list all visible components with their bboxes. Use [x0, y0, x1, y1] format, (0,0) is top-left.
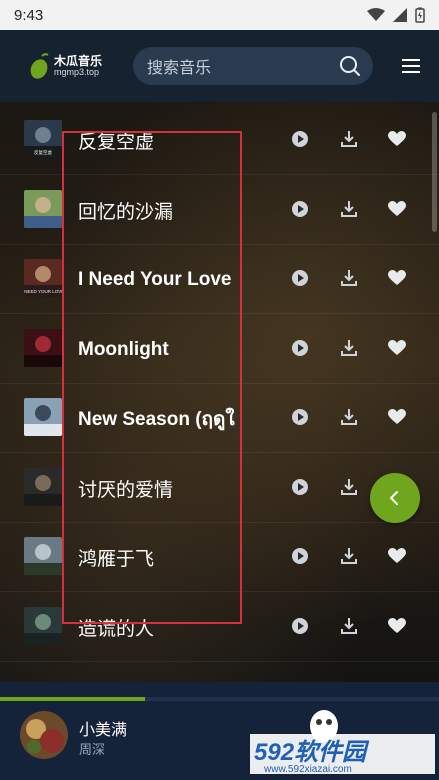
play-circle-icon[interactable] — [289, 476, 311, 498]
download-icon[interactable] — [338, 476, 360, 498]
song-cover[interactable]: 反复空虚 — [24, 120, 62, 158]
song-title[interactable]: 鸿雁于飞 — [78, 523, 242, 592]
song-cover[interactable]: I NEED YOUR LOVE — [24, 259, 62, 297]
search-icon[interactable] — [339, 55, 361, 77]
app-header: 木瓜音乐 mgmp3.top 搜索音乐 — [0, 30, 439, 102]
heart-icon[interactable] — [386, 545, 408, 567]
status-time: 9:43 — [14, 6, 44, 24]
heart-icon[interactable] — [386, 128, 408, 150]
play-circle-icon[interactable] — [289, 198, 311, 220]
play-circle-icon[interactable] — [289, 615, 311, 637]
song-row[interactable]: Moonlight — [0, 315, 439, 384]
song-cover[interactable] — [24, 607, 62, 645]
song-row[interactable]: 回忆的沙漏 — [0, 176, 439, 245]
download-icon[interactable] — [338, 337, 360, 359]
song-title[interactable]: 回忆的沙漏 — [78, 176, 242, 245]
song-title[interactable]: I Need Your Love — [78, 245, 242, 314]
song-title[interactable]: 讨厌的爱情 — [78, 454, 242, 523]
logo-name: 木瓜音乐 — [54, 53, 103, 68]
song-cover[interactable] — [24, 329, 62, 367]
search-input[interactable]: 搜索音乐 — [147, 54, 339, 78]
play-circle-icon[interactable] — [289, 545, 311, 567]
song-title[interactable]: 造谎的人 — [78, 593, 242, 662]
song-title[interactable]: Moonlight — [78, 315, 242, 384]
song-list[interactable]: 反复空虚反复空虚回忆的沙漏I NEED YOUR LOVEI Need Your… — [0, 102, 439, 682]
now-playing-artist: 周深 — [79, 742, 106, 757]
download-icon[interactable] — [338, 267, 360, 289]
song-row[interactable]: I NEED YOUR LOVE I Need Your Love — [0, 245, 439, 314]
download-icon[interactable] — [338, 545, 360, 567]
wifi-icon — [367, 8, 385, 21]
menu-button[interactable] — [399, 54, 423, 78]
heart-icon[interactable] — [386, 267, 408, 289]
download-icon[interactable] — [338, 198, 360, 220]
heart-icon[interactable] — [386, 406, 408, 428]
play-circle-icon[interactable] — [289, 406, 311, 428]
watermark-url: www.592xiazai.com — [263, 764, 352, 775]
cover-label: 反复空虚 — [34, 149, 52, 156]
collapse-fab-button[interactable] — [370, 473, 420, 523]
song-row[interactable]: 反复空虚 反复空虚 — [0, 106, 439, 175]
download-icon[interactable] — [338, 615, 360, 637]
app-logo[interactable]: 木瓜音乐 mgmp3.top — [28, 52, 102, 80]
song-title[interactable]: New Season (ฤดูใ — [78, 384, 242, 453]
status-bar: 9:43 — [0, 0, 439, 30]
watermark-brand: 592软件园 — [254, 739, 370, 766]
hamburger-menu-icon[interactable] — [402, 59, 420, 73]
papaya-logo-icon — [30, 53, 49, 79]
watermark-logo: 592软件园 www.592xiazai.com — [240, 700, 439, 780]
play-circle-icon[interactable] — [289, 267, 311, 289]
play-circle-icon[interactable] — [289, 128, 311, 150]
progress-fill — [0, 697, 145, 701]
song-title[interactable]: 反复空虚 — [78, 106, 242, 175]
song-cover[interactable] — [24, 468, 62, 506]
heart-icon[interactable] — [386, 337, 408, 359]
battery-icon — [415, 7, 425, 23]
download-icon[interactable] — [338, 128, 360, 150]
song-row[interactable]: New Season (ฤดูใ — [0, 384, 439, 453]
song-row[interactable]: 鸿雁于飞 — [0, 523, 439, 592]
now-playing-cover[interactable] — [20, 711, 68, 759]
download-icon[interactable] — [338, 406, 360, 428]
heart-icon[interactable] — [386, 198, 408, 220]
status-icons — [367, 7, 425, 23]
heart-icon[interactable] — [386, 615, 408, 637]
list-scrollbar[interactable] — [432, 112, 437, 232]
song-cover[interactable] — [24, 398, 62, 436]
signal-icon — [393, 8, 407, 22]
song-row[interactable]: 造谎的人 — [0, 593, 439, 662]
song-cover[interactable] — [24, 190, 62, 228]
play-circle-icon[interactable] — [289, 337, 311, 359]
cover-label: I NEED YOUR LOVE — [24, 289, 62, 294]
now-playing-title: 小美满 — [79, 722, 128, 739]
chevron-left-icon[interactable] — [388, 490, 402, 506]
search-bar[interactable]: 搜索音乐 — [133, 47, 374, 85]
song-cover[interactable] — [24, 537, 62, 575]
logo-domain: mgmp3.top — [54, 66, 100, 77]
